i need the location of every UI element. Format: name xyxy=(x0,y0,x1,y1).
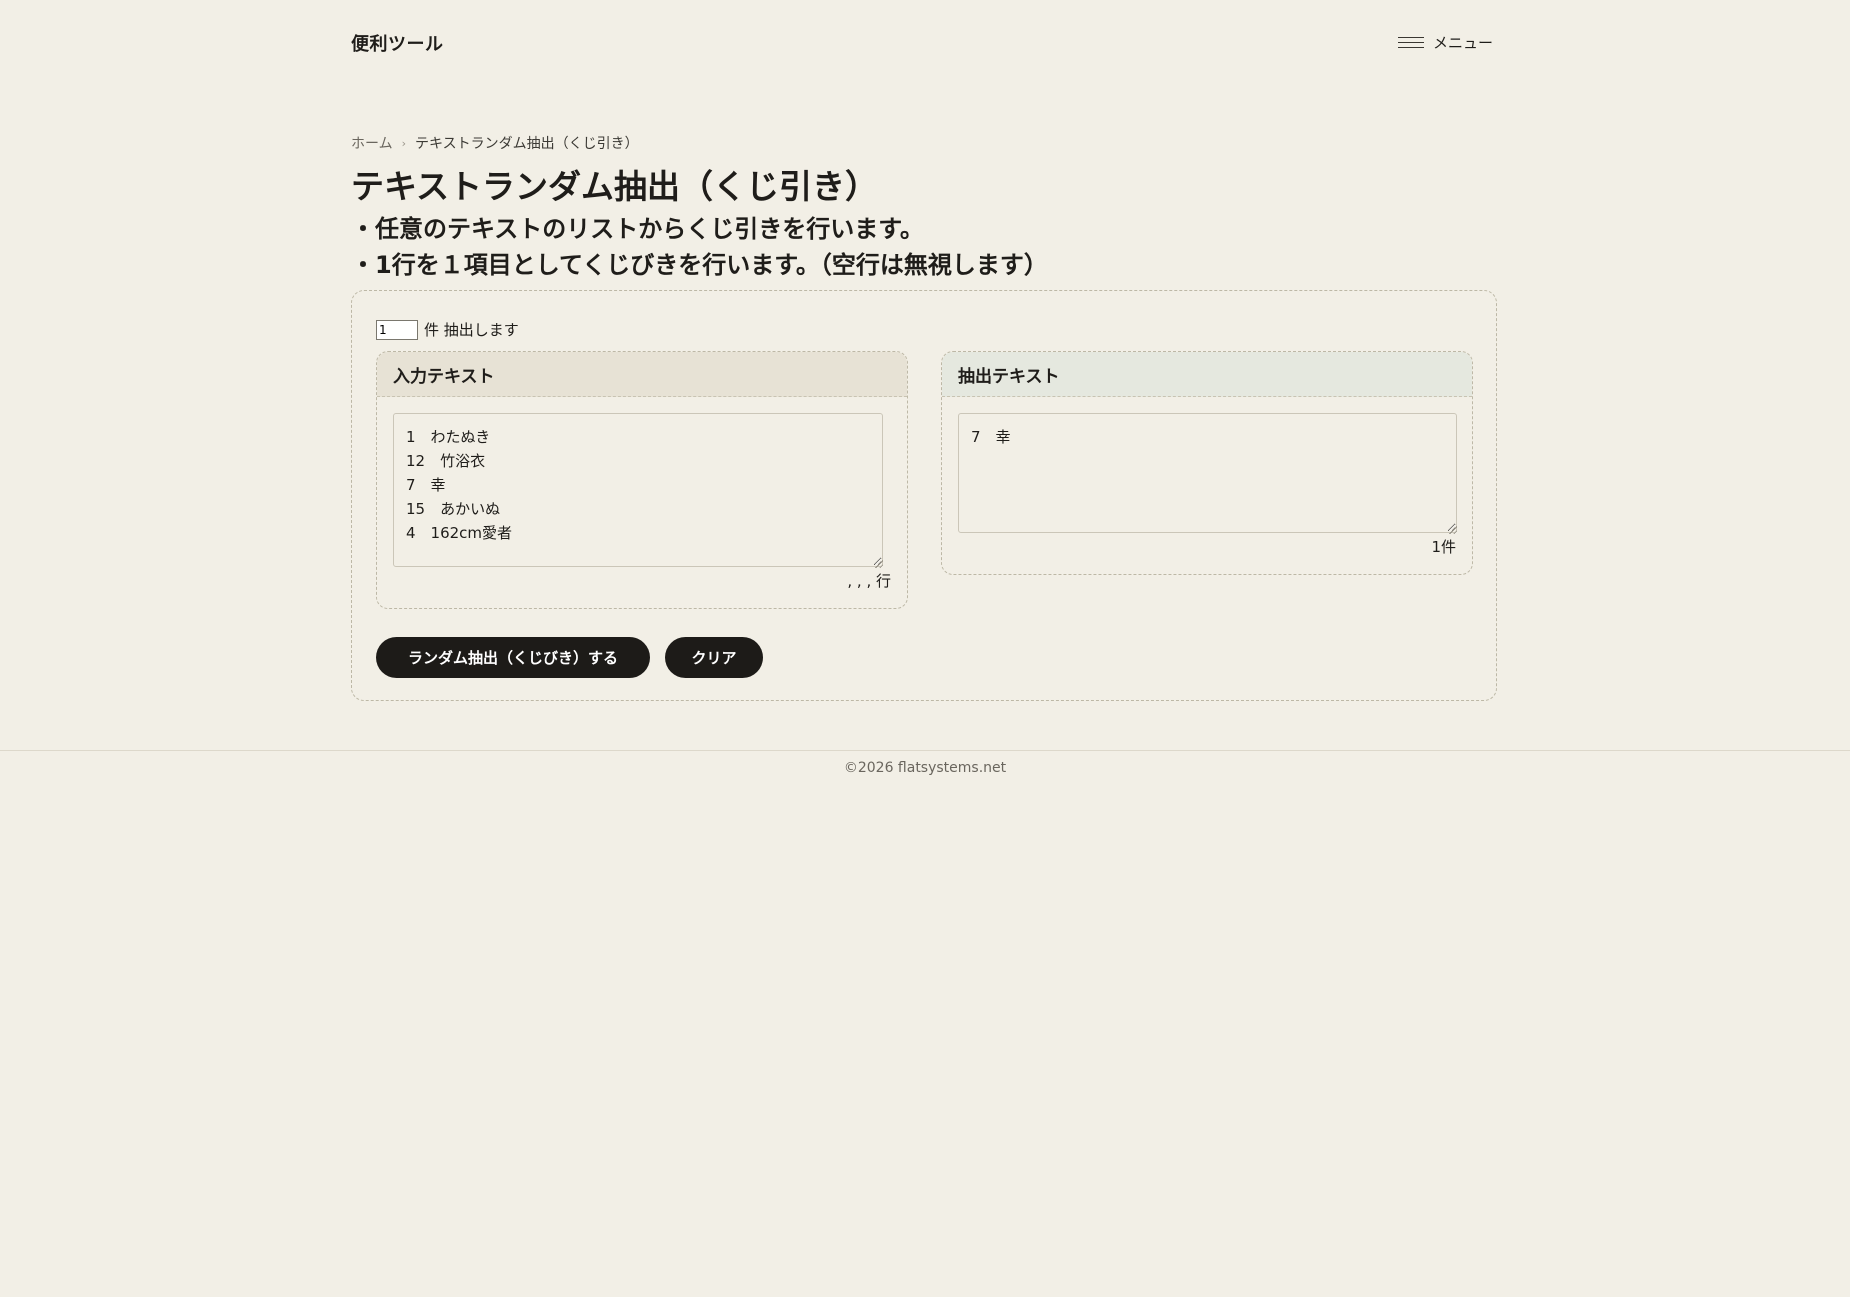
breadcrumb: ホーム › テキストランダム抽出（くじ引き） xyxy=(351,133,639,153)
menu-button[interactable]: メニュー xyxy=(1397,32,1493,53)
output-count-info: 1件 xyxy=(1431,538,1456,556)
tool-panel: 件 抽出します 入力テキスト 1 わたぬき 12 竹浴衣 7 幸 15 あかいぬ… xyxy=(351,290,1497,701)
page-description-1: ・任意のテキストのリストからくじ引きを行います。 xyxy=(351,215,924,243)
extract-count-input[interactable] xyxy=(376,319,418,340)
input-line-info: , , , 行 xyxy=(847,572,891,590)
resize-handle-icon[interactable] xyxy=(874,559,883,568)
output-text-title: 抽出テキスト xyxy=(942,352,1472,397)
extract-count-row: 件 抽出します xyxy=(376,319,519,340)
input-text-title: 入力テキスト xyxy=(377,352,907,397)
breadcrumb-current: テキストランダム抽出（くじ引き） xyxy=(415,136,639,152)
page-title: テキストランダム抽出（くじ引き） xyxy=(351,167,879,206)
footer-divider xyxy=(0,750,1850,751)
breadcrumb-home-link[interactable]: ホーム xyxy=(351,133,393,153)
footer-copyright: ©2026 flatsystems.net xyxy=(843,760,1007,776)
site-header: 便利ツール メニュー xyxy=(351,28,1493,58)
resize-handle-icon[interactable] xyxy=(1448,525,1457,534)
breadcrumb-separator-icon: › xyxy=(401,136,406,150)
clear-button[interactable]: クリア xyxy=(665,637,763,678)
input-textarea[interactable]: 1 わたぬき 12 竹浴衣 7 幸 15 あかいぬ 4 162cm愛者 xyxy=(393,413,883,567)
output-text-box: 抽出テキスト 7 幸 1件 xyxy=(941,351,1473,575)
input-text-box: 入力テキスト 1 わたぬき 12 竹浴衣 7 幸 15 あかいぬ 4 162cm… xyxy=(376,351,908,609)
page-description-2: ・1行を１項目としてくじびきを行います。（空行は無視します） xyxy=(351,251,1048,279)
extract-count-label: 件 抽出します xyxy=(424,321,519,339)
site-title[interactable]: 便利ツール xyxy=(351,30,444,56)
output-textarea[interactable]: 7 幸 xyxy=(958,413,1457,533)
menu-label[interactable]: メニュー xyxy=(1433,32,1493,53)
random-extract-button[interactable]: ランダム抽出（くじびき）する xyxy=(376,637,650,678)
hamburger-icon[interactable] xyxy=(1397,36,1424,50)
